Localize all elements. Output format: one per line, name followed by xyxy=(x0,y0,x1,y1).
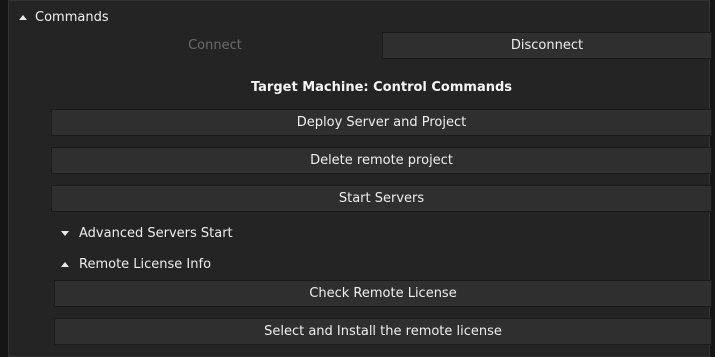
expand-arrow-icon xyxy=(61,230,69,236)
ui-frame: Commands Connect Disconnect Target Machi… xyxy=(0,0,715,357)
collapse-arrow-icon xyxy=(19,14,27,20)
target-machine-heading: Target Machine: Control Commands xyxy=(250,80,513,95)
delete-remote-project-button[interactable]: Delete remote project xyxy=(51,147,712,174)
remote-license-info-title: Remote License Info xyxy=(79,256,212,272)
check-remote-license-button[interactable]: Check Remote License xyxy=(54,280,712,307)
advanced-servers-start-toggle[interactable]: Advanced Servers Start xyxy=(61,224,233,242)
install-remote-license-button[interactable]: Select and Install the remote license xyxy=(54,318,712,345)
deploy-server-button[interactable]: Deploy Server and Project xyxy=(51,109,712,136)
connect-button[interactable]: Connect xyxy=(51,32,379,59)
start-servers-button[interactable]: Start Servers xyxy=(51,185,712,212)
commands-panel: Commands Connect Disconnect Target Machi… xyxy=(8,0,712,357)
disconnect-button[interactable]: Disconnect xyxy=(382,32,712,59)
advanced-servers-start-title: Advanced Servers Start xyxy=(79,225,233,241)
collapse-arrow-icon xyxy=(61,261,69,267)
remote-license-info-toggle[interactable]: Remote License Info xyxy=(61,255,211,273)
commands-section-header[interactable]: Commands xyxy=(19,7,109,27)
commands-section-title: Commands xyxy=(35,9,109,25)
